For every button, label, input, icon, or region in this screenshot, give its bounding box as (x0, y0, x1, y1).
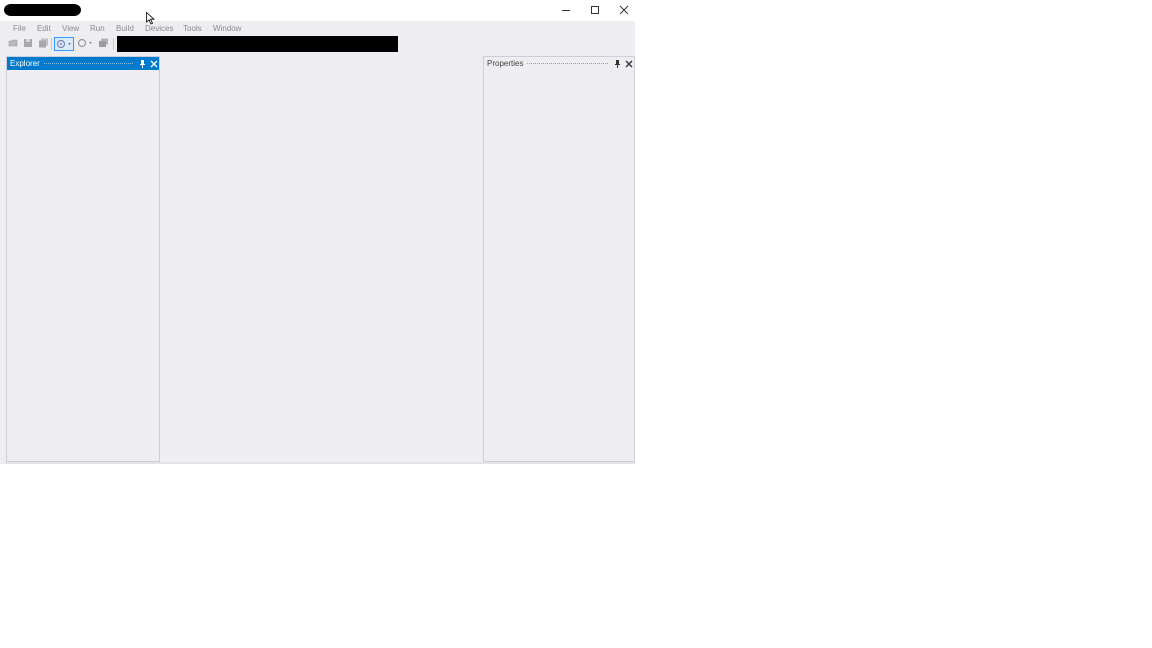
menu-file[interactable]: File (13, 24, 26, 33)
build-target-dropdown[interactable] (54, 37, 74, 51)
toolbar-separator (51, 38, 52, 50)
mouse-cursor-icon (146, 12, 156, 25)
configuration-dropdown[interactable] (77, 37, 95, 49)
pin-icon[interactable] (137, 58, 148, 69)
save-all-icon (38, 38, 48, 48)
save-button[interactable] (22, 37, 34, 49)
build-target-icon (56, 39, 71, 49)
maximize-button[interactable] (581, 2, 609, 18)
deploy-icon (98, 38, 108, 47)
explorer-panel-title: Explorer (10, 59, 40, 68)
menu-tools[interactable]: Tools (183, 24, 202, 33)
menu-window[interactable]: Window (213, 24, 241, 33)
explorer-panel: Explorer (6, 56, 160, 462)
open-file-button[interactable] (7, 37, 19, 49)
deploy-button[interactable] (97, 37, 109, 49)
open-file-icon (8, 39, 17, 47)
panel-grip (43, 63, 133, 64)
menu-run[interactable]: Run (90, 24, 105, 33)
minimize-button[interactable] (552, 2, 580, 18)
redacted-toolbar-region (117, 36, 398, 52)
close-icon[interactable] (623, 58, 634, 69)
properties-panel-title: Properties (487, 59, 524, 68)
menu-build[interactable]: Build (116, 24, 134, 33)
panel-grip (527, 63, 608, 64)
save-icon (24, 39, 32, 47)
document-area[interactable] (160, 56, 483, 462)
minimize-icon (562, 10, 570, 11)
close-icon (619, 5, 629, 15)
pin-icon[interactable] (612, 58, 623, 69)
application-window: File Edit View Run Build Devices Tools W… (0, 0, 635, 464)
menu-bar: File Edit View Run Build Devices Tools W… (0, 21, 635, 35)
window-bottom-border (5, 462, 635, 464)
properties-panel-header[interactable]: Properties (484, 57, 634, 70)
properties-panel: Properties (483, 56, 635, 462)
save-all-button[interactable] (37, 37, 49, 49)
explorer-panel-header[interactable]: Explorer (7, 57, 159, 70)
configuration-icon (77, 38, 92, 48)
toolbar-separator (113, 38, 114, 50)
menu-view[interactable]: View (62, 24, 79, 33)
maximize-icon (591, 6, 599, 14)
menu-edit[interactable]: Edit (37, 24, 51, 33)
redacted-app-title (4, 4, 81, 16)
close-button[interactable] (610, 2, 638, 18)
title-bar[interactable] (0, 0, 635, 21)
close-icon[interactable] (148, 58, 159, 69)
